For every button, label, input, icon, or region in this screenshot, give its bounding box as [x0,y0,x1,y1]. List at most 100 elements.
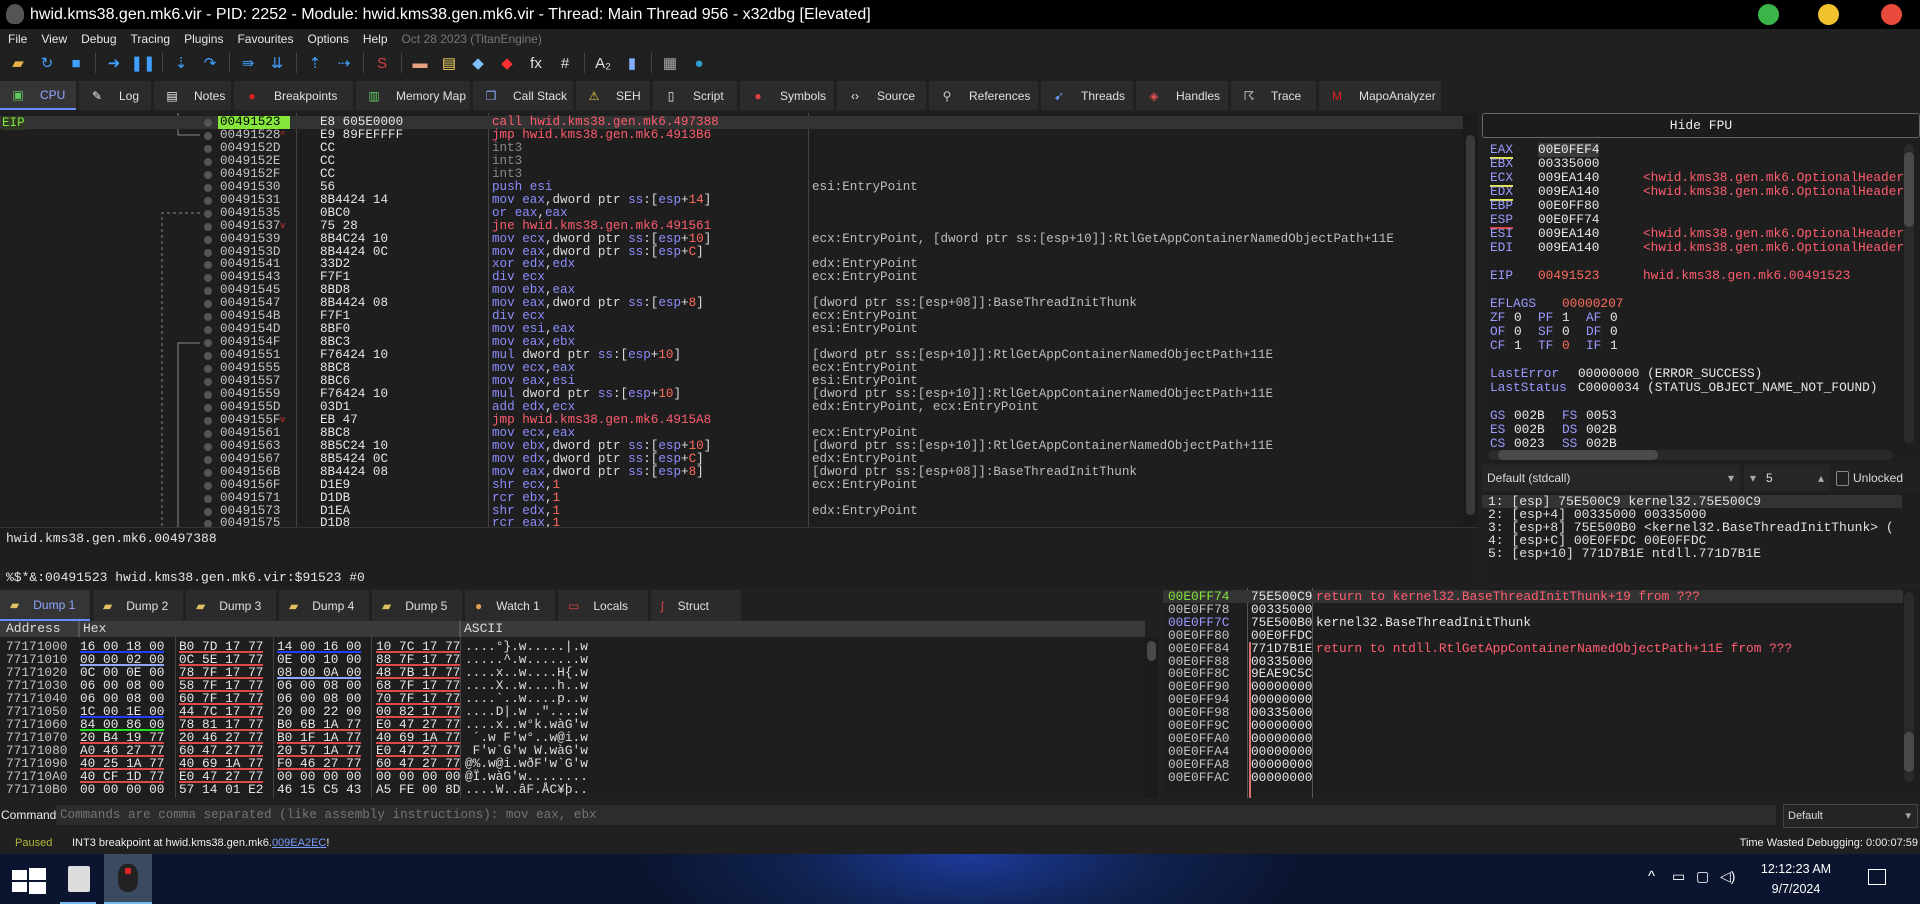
hide-fpu-button[interactable]: Hide FPU [1482,113,1920,138]
stack-row[interactable]: 00E0FFA0 00000000 [1163,732,1903,745]
tab-log[interactable]: ✎ Log [79,81,151,110]
header-hex[interactable]: Hex [78,621,106,637]
execute-till-return-button[interactable]: ⇡ [303,51,327,75]
breakpoint-toggle[interactable] [204,416,212,425]
tab-struct[interactable]: ʃ Struct [651,590,741,621]
disasm-row[interactable]: 00491561 8BC8 mov ecx,eax ecx:EntryPoint [0,426,1463,440]
unlocked-checkbox[interactable]: Unlocked [1836,465,1918,491]
tab-symbols[interactable]: ● Symbols [740,81,834,110]
tab-locals[interactable]: ▭ Locals [558,590,648,621]
tab-cpu[interactable]: ▣ CPU [0,81,76,110]
disasm-row[interactable]: 0049152D CC int3 [0,141,1463,155]
breakpoint-toggle[interactable] [204,196,212,205]
battery-icon[interactable]: ▭ [1672,868,1685,885]
maximize-button[interactable] [1818,4,1839,25]
volume-icon[interactable]: ◁) [1720,868,1735,885]
flag-value[interactable]: 0 [1562,339,1570,353]
breakpoint-toggle[interactable] [204,170,212,179]
breakpoint-toggle[interactable] [204,442,212,451]
register-value[interactable]: 00E0FF80 [1538,199,1599,213]
windows-start-icon[interactable] [12,868,46,894]
step-into-button[interactable]: ⇣ [169,51,193,75]
hex-group[interactable]: A5 FE 00 8D [376,783,460,796]
calling-convention-select[interactable]: Default (stdcall) ▾ [1482,465,1740,491]
disassembly-scrollbar[interactable] [1463,113,1478,527]
registers-hscrollbar[interactable] [1488,450,1893,460]
restart-button[interactable]: ↻ [35,51,59,75]
header-address[interactable]: Address [6,621,61,637]
stack-row[interactable]: 00E0FFA4 00000000 [1163,745,1903,758]
clock[interactable]: 12:12:23 AM 9/7/2024 [1752,859,1840,899]
breakpoint-toggle[interactable] [204,235,212,244]
register-value[interactable]: 00E0FF74 [1538,213,1599,227]
tab-threads[interactable]: ➹ Threads [1041,81,1133,110]
hex-group[interactable]: 46 15 C5 43 [277,783,361,796]
close-button[interactable] [1881,4,1902,25]
run-to-user-code-button[interactable]: ⇢ [332,51,356,75]
tab-trace[interactable]: ☈ Trace [1231,81,1316,110]
chevron-up-icon[interactable]: ^ [1648,868,1655,885]
tab-memory-map[interactable]: ▥ Memory Map [356,81,470,110]
flag-value[interactable]: 0 [1610,325,1618,339]
bookmark-button[interactable]: ◆ [495,51,519,75]
breakpoint-toggle[interactable] [204,326,212,335]
breakpoint-toggle[interactable] [204,403,212,412]
command-mode-select[interactable]: Default ▾ [1783,804,1918,828]
comment-button[interactable]: ▤ [437,51,461,75]
breakpoint-toggle[interactable] [204,300,212,309]
flag-value[interactable]: 0 [1610,311,1618,325]
disasm-row[interactable]: 00491575 D1D8 rcr eax,1 [0,517,1463,527]
header-ascii[interactable]: ASCII [459,621,503,637]
disasm-row[interactable]: 00491559 F76424 10 mul dword ptr ss:[esp+1… [0,387,1463,401]
run-button[interactable]: ➜ [102,51,126,75]
breakpoint-toggle[interactable] [204,183,212,192]
flag-value[interactable]: 1 [1610,339,1618,353]
tab-script[interactable]: ▯ Script [653,81,737,110]
x32dbg-taskbar-icon[interactable] [104,854,152,904]
breakpoint-toggle[interactable] [204,222,212,231]
globe-button[interactable]: ● [687,51,711,75]
disasm-row[interactable]: 0049156F D1E9 shr ecx,1 ecx:EntryPoint [0,478,1463,492]
scylla-button[interactable]: S [370,51,394,75]
disassembly-view[interactable]: 00491523 E8 605E0000 call hwid.kms38.gen.m… [0,113,1463,527]
patch-button[interactable]: ▬ [408,51,432,75]
register-value[interactable]: 009EA140 [1538,171,1599,185]
network-icon[interactable]: ▢ [1696,868,1709,885]
argument-count-spinner[interactable]: ▾ 5 ▴ [1744,465,1830,491]
tab-notes[interactable]: ▤ Notes [154,81,231,110]
tab-dump-2[interactable]: ▰ Dump 2 [93,590,183,621]
minimize-button[interactable] [1758,4,1779,25]
disasm-row[interactable]: 00491530 56 push esi esi:EntryPoint [0,180,1463,194]
stack-scrollbar[interactable] [1904,592,1914,782]
register-value[interactable]: 00E0FEF4 [1538,143,1600,157]
breakpoint-toggle[interactable] [204,209,212,218]
tab-mapoanalyzer[interactable]: M MapoAnalyzer [1319,81,1441,110]
stack-row[interactable]: 00E0FF80 00E0FFDC [1163,629,1903,642]
register-value[interactable]: 009EA140 [1538,185,1599,199]
dump-row[interactable]: 771710B0 00 00 00 00 57 14 01 E2 46 15 C5 4… [0,783,1145,796]
tab-references[interactable]: ⚲ References [929,81,1038,110]
tab-dump-1[interactable]: ▰ Dump 1 [0,590,90,621]
flag-value[interactable]: 1 [1514,339,1522,353]
menu-options[interactable]: Options [307,32,348,46]
dump-scrollbar[interactable] [1145,637,1158,798]
menu-file[interactable]: File [8,32,27,46]
tab-source[interactable]: ‹› Source [837,81,926,110]
hash-button[interactable]: # [553,51,577,75]
breakpoint-toggle[interactable] [204,144,212,153]
tab-breakpoints[interactable]: ● Breakpoints [234,81,353,110]
stack-row[interactable]: 00E0FFA8 00000000 [1163,758,1903,771]
calculator-button[interactable]: ▦ [658,51,682,75]
tab-dump-4[interactable]: ▰ Dump 4 [279,590,369,621]
open-folder-button[interactable]: ▰ [6,51,30,75]
flag-value[interactable]: 0 [1562,325,1570,339]
disasm-row[interactable]: 00491563 8B5C24 10 mov ebx,dword ptr ss:[e… [0,439,1463,453]
breakpoint-toggle[interactable] [204,378,212,386]
disasm-row[interactable]: 0049155F v EB 47 jmp hwid.kms38.gen.mk6.491… [0,413,1463,427]
breakpoint-toggle[interactable] [204,468,212,477]
menu-view[interactable]: View [41,32,67,46]
hex-group[interactable]: 00 00 00 00 [80,783,164,796]
breakpoint-toggle[interactable] [204,313,212,322]
tab-handles[interactable]: ◈ Handles [1136,81,1228,110]
stack-row[interactable]: 00E0FFAC 00000000 [1163,771,1903,784]
